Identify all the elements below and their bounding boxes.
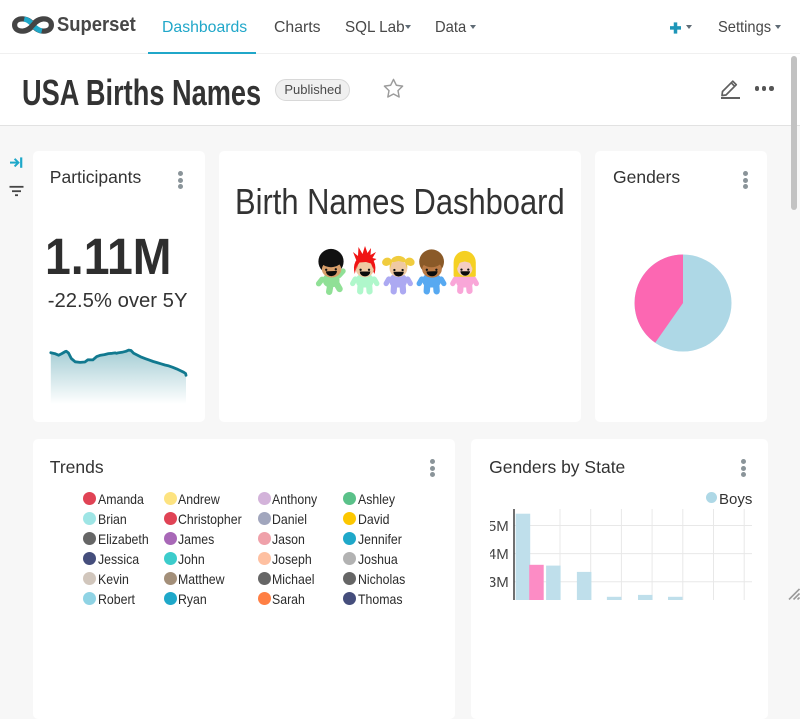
svg-text:5M: 5M xyxy=(490,518,509,535)
svg-text:3M: 3M xyxy=(490,574,509,591)
svg-text:4M: 4M xyxy=(490,546,509,563)
